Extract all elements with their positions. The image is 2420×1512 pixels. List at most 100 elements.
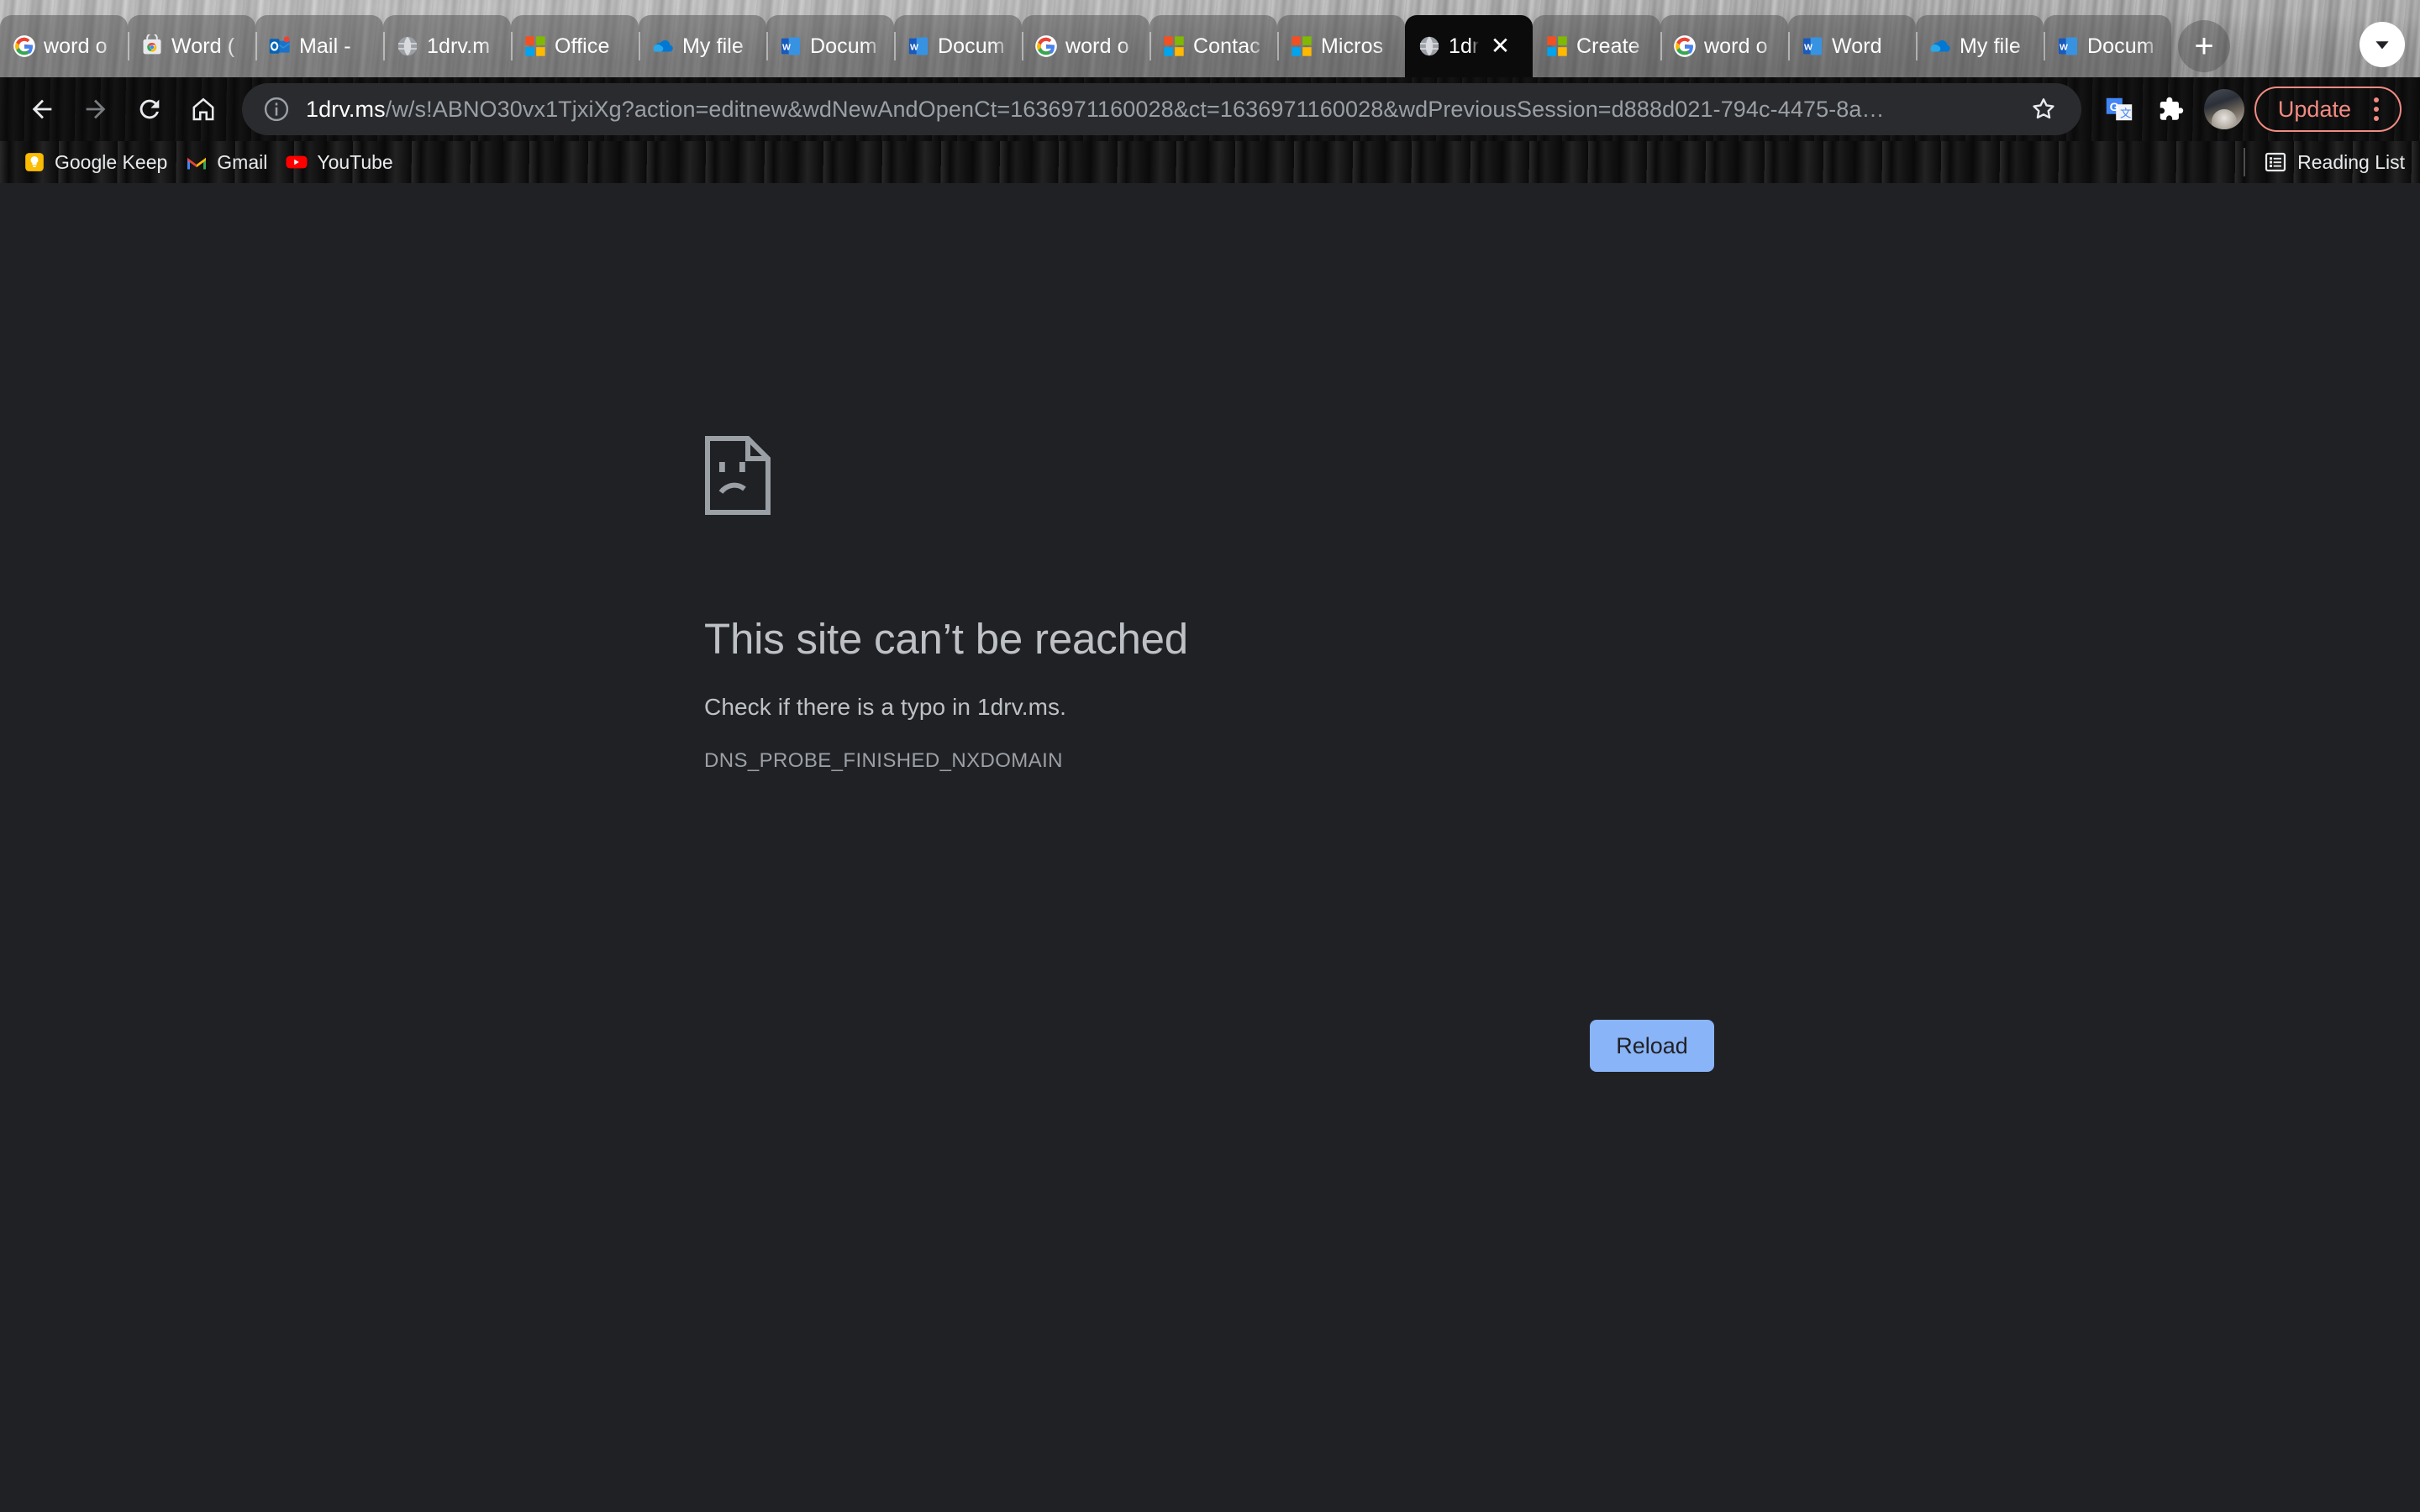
browser-tab[interactable]: Micros [1277,15,1405,77]
sad-page-icon [704,435,1729,520]
bookmark-label: YouTube [317,150,393,173]
reload-icon [139,99,160,119]
forward-button[interactable] [69,82,123,136]
tab-title: Mail - [299,34,351,58]
reading-list-label: Reading List [2297,150,2405,173]
bookmark-gmail[interactable]: Gmail [181,145,281,179]
youtube-icon [286,151,308,173]
tab-title: word o [44,34,108,58]
url-path: /w/s!ABNO30vx1TjxiXg?action=editnew&wdNe… [385,96,1885,122]
google-translate-icon: G 文 [2106,97,2133,121]
browser-tab[interactable]: 1drv.m [383,15,511,77]
puzzle-piece-icon [2160,97,2184,120]
browser-tab[interactable]: Mail - [255,15,383,77]
svg-text:W: W [782,43,791,53]
globe-icon [395,34,420,59]
tab-title: Create [1576,34,1640,58]
onedrive-icon [650,34,676,59]
tab-title: 1dr [1449,34,1480,58]
tab-title: My file [1960,34,2021,58]
reading-list-button[interactable]: Reading List [2244,148,2405,176]
profile-avatar[interactable] [2203,89,2244,129]
new-tab-button[interactable]: + [2178,20,2230,72]
browser-window: word o Word ( Mail - 1drv.m Office My file W Do… [0,0,2420,1512]
microsoft-icon [523,34,548,59]
svg-text:G: G [2110,101,2119,114]
browser-tab[interactable]: Contac [1150,15,1277,77]
bookmarks-bar: Google Keep Gmail YouTube Reading List [0,141,2420,183]
gmail-icon [186,151,208,173]
bookmark-google-keep[interactable]: Google Keep [18,145,181,179]
bookmark-youtube[interactable]: YouTube [281,145,406,179]
tab-title: Word [1832,34,1882,58]
tab-search-button[interactable] [2360,22,2405,67]
browser-tab[interactable]: Word ( [128,15,255,77]
word-icon: W [2055,34,2081,59]
chrome-webstore-icon [139,34,165,59]
update-button-label: Update [2277,96,2351,122]
update-button[interactable]: Update [2254,87,2402,132]
svg-text:W: W [910,43,918,53]
word-icon: W [906,34,931,59]
google-icon [12,34,37,59]
svg-text:W: W [1804,43,1812,53]
microsoft-icon [1544,34,1570,59]
tab-title: Micros [1321,34,1384,58]
svg-text:W: W [2060,43,2068,53]
browser-tab[interactable]: word o [1660,15,1788,77]
extensions-button[interactable] [2147,87,2192,132]
browser-tab[interactable]: word o [1022,15,1150,77]
tab-title: My file [682,34,744,58]
word-icon: W [778,34,803,59]
browser-tab[interactable]: W Docum [894,15,1022,77]
address-bar-url: 1drv.ms/w/s!ABNO30vx1TjxiXg?action=editn… [306,97,2009,123]
close-icon[interactable]: ✕ [1486,32,1514,60]
browser-tab-active[interactable]: 1dr ✕ [1405,15,1533,77]
reload-page-button[interactable]: Reload [1590,1020,1714,1072]
error-page: This site can’t be reached Check if ther… [704,435,1729,773]
browser-tab[interactable]: W Word [1788,15,1916,77]
browser-tab[interactable]: Office [511,15,639,77]
onedrive-icon [1928,34,1953,59]
tab-strip: word o Word ( Mail - 1drv.m Office My file W Do… [0,0,2420,77]
browser-tab[interactable]: W Docum [766,15,894,77]
home-button[interactable] [176,82,230,136]
forward-arrow-icon [86,99,106,119]
bookmark-button[interactable] [2024,90,2063,129]
microsoft-icon [1289,34,1314,59]
browser-tab[interactable]: My file [639,15,766,77]
globe-icon [1417,34,1442,59]
tab-title: Contac [1193,34,1260,58]
error-heading: This site can’t be reached [704,615,1188,663]
info-circle-icon[interactable] [262,95,291,123]
tab-strip-inner: word o Word ( Mail - 1drv.m Office My file W Do… [0,0,2420,77]
bookmark-label: Gmail [217,150,268,173]
google-icon [1672,34,1697,59]
browser-tab[interactable]: My file [1916,15,2044,77]
tab-title: Word ( [171,34,235,58]
reload-button[interactable] [123,82,176,136]
tab-title: word o [1065,34,1129,58]
browser-tab[interactable]: W Docum [2044,15,2171,77]
address-bar[interactable]: 1drv.ms/w/s!ABNO30vx1TjxiXg?action=editn… [242,83,2081,135]
browser-toolbar: 1drv.ms/w/s!ABNO30vx1TjxiXg?action=editn… [0,77,2420,141]
tab-title: 1drv.m [427,34,491,58]
translate-button[interactable]: G 文 [2096,87,2142,132]
chevron-down-icon [2375,41,2389,50]
tab-title: Office [555,34,610,58]
url-host: 1drv.ms [306,96,386,122]
star-icon [2033,98,2054,119]
tab-title: word o [1704,34,1768,58]
tab-title: Docum [810,34,877,58]
browser-tab[interactable]: Create [1533,15,1660,77]
tab-title: Docum [2087,34,2154,58]
word-icon: W [1800,34,1825,59]
back-button[interactable] [15,82,69,136]
reading-list-icon [2265,152,2286,172]
browser-tab[interactable]: word o [0,15,128,77]
microsoft-icon [1161,34,1186,59]
home-icon [192,97,214,121]
tab-title: Docum [938,34,1005,58]
three-dot-menu-icon[interactable] [2358,91,2395,128]
bookmark-label: Google Keep [55,150,168,173]
